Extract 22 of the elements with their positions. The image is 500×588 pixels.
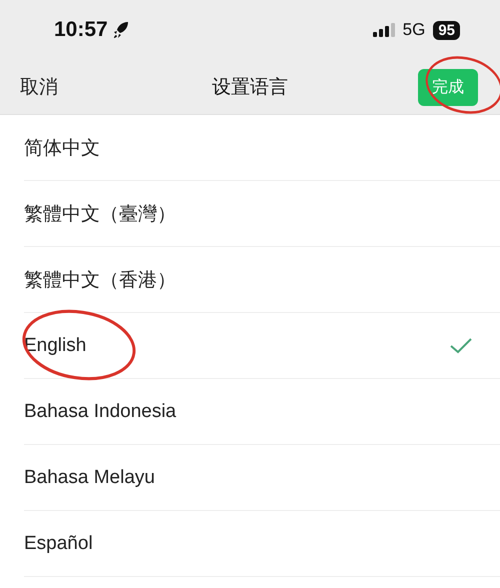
signal-icon	[372, 23, 395, 37]
cancel-button[interactable]: 取消	[20, 74, 58, 100]
language-label: 繁體中文（香港）	[24, 268, 176, 292]
language-label: 繁體中文（臺灣）	[24, 202, 176, 226]
rocket-icon	[112, 21, 129, 39]
language-option[interactable]: English	[24, 313, 500, 379]
language-label: Bahasa Melayu	[24, 466, 155, 488]
page-title: 设置语言	[212, 76, 288, 100]
language-label: Español	[24, 532, 93, 554]
checkmark-icon	[450, 338, 472, 354]
language-option[interactable]: Bahasa Melayu	[24, 445, 500, 511]
language-label: Bahasa Indonesia	[24, 400, 176, 422]
language-label: 简体中文	[24, 136, 100, 160]
status-time: 10:57	[54, 18, 108, 42]
language-option[interactable]: 繁體中文（香港）	[24, 247, 500, 313]
network-label: 5G	[402, 20, 426, 40]
language-label: English	[24, 334, 86, 356]
battery-level: 95	[433, 20, 460, 40]
language-option[interactable]: 繁體中文（臺灣）	[24, 181, 500, 247]
language-option[interactable]: Español	[24, 511, 500, 577]
language-option[interactable]: 简体中文	[24, 115, 500, 181]
language-option[interactable]: Bahasa Indonesia	[24, 379, 500, 445]
